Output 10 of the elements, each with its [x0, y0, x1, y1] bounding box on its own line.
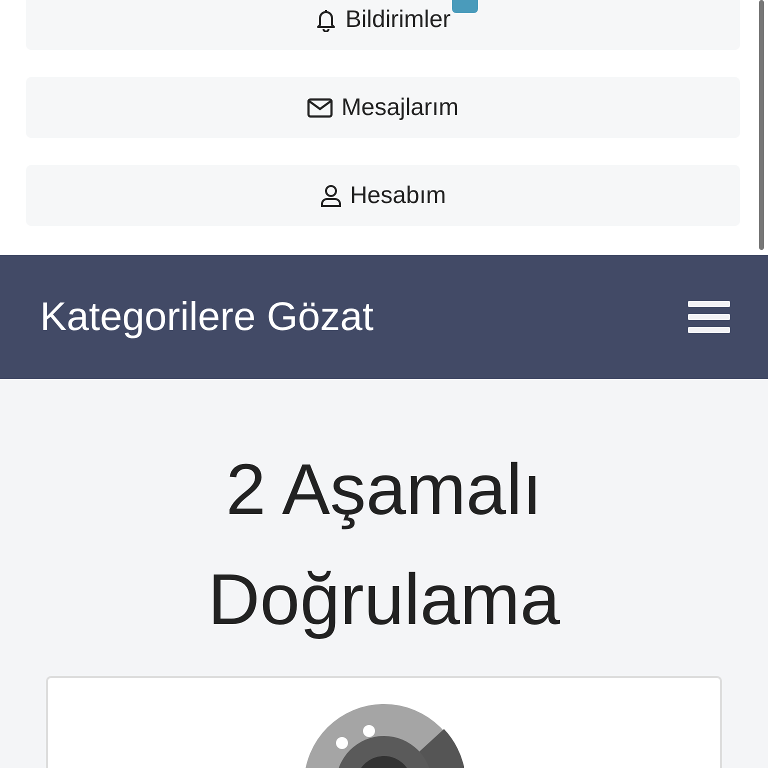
navbar-title[interactable]: Kategorilere Gözat [40, 294, 374, 340]
menu-item[interactable]: Hesabım [26, 165, 740, 226]
bell-icon [315, 8, 338, 32]
person-icon [320, 184, 342, 208]
menu-icon[interactable] [688, 299, 730, 335]
menu-item[interactable]: Bildirimler [26, 0, 740, 50]
scrollbar[interactable] [759, 0, 764, 250]
page-heading: 2 Aşamalı Doğrulama [206, 449, 562, 642]
envelope-icon [307, 98, 334, 118]
menu-item[interactable]: Mesajlarım [26, 77, 740, 138]
